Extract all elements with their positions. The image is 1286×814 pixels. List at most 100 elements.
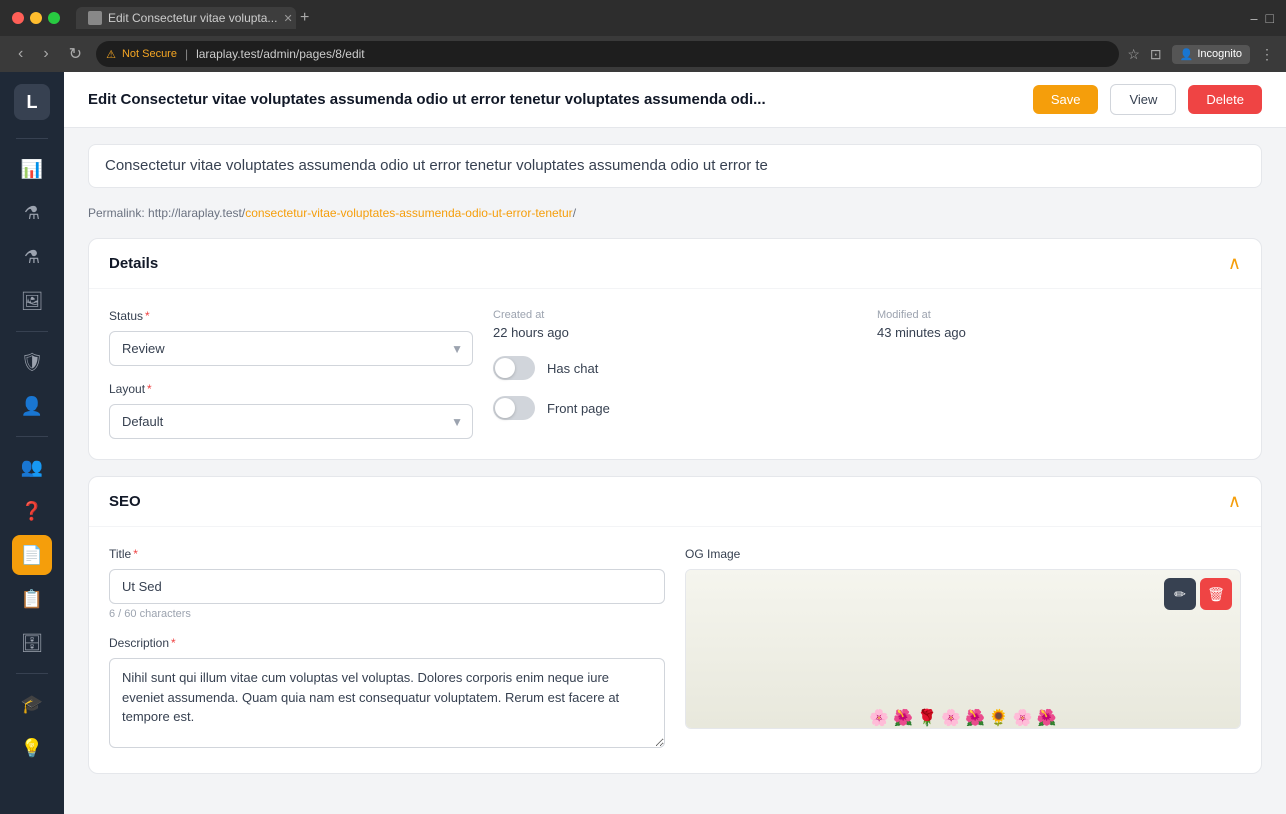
status-select[interactable]: Review Draft Published: [109, 331, 473, 366]
reload-button[interactable]: ↻: [63, 42, 88, 66]
security-warning: ⚠: [106, 48, 116, 61]
sidebar-item-bulb[interactable]: 💡: [12, 728, 52, 768]
app-layout: L 📊 ⚗ ⚗ 🖼 🛡 👤 👥 ❓ 📄 📋 🗄 🎓 💡 Edit Consect…: [0, 72, 1286, 814]
close-window-button[interactable]: [12, 12, 24, 24]
bookmark-icon[interactable]: ☆: [1127, 46, 1140, 63]
back-button[interactable]: ‹: [12, 43, 29, 65]
status-select-wrapper: Review Draft Published ▼: [109, 331, 473, 366]
title-input-wrapper: [88, 144, 1262, 188]
sidebar-item-help[interactable]: ❓: [12, 491, 52, 531]
created-at-value: 22 hours ago: [493, 325, 857, 340]
url-display: laraplay.test/admin/pages/8/edit: [196, 47, 365, 61]
address-bar: ‹ › ↻ ⚠ Not Secure | laraplay.test/admin…: [0, 36, 1286, 72]
layout-field: Layout* Default Full Width Sidebar ▼: [109, 382, 473, 439]
browser-chrome: Edit Consectetur vitae volupta... ✕ + ⎯ …: [0, 0, 1286, 36]
details-section-body: Status* Review Draft Published ▼: [89, 289, 1261, 459]
split-view-icon[interactable]: ⊡: [1150, 46, 1162, 63]
details-collapse-button[interactable]: ∧: [1228, 253, 1241, 274]
page-title: Edit Consectetur vitae voluptates assume…: [88, 91, 1021, 108]
tab-favicon: [88, 11, 102, 25]
sidebar-item-graduation[interactable]: 🎓: [12, 684, 52, 724]
permalink-slug[interactable]: consectetur-vitae-voluptates-assumenda-o…: [245, 206, 573, 220]
flower-4: 🌸: [941, 708, 961, 728]
seo-section-title: SEO: [109, 493, 141, 510]
status-field: Status* Review Draft Published ▼: [109, 309, 473, 366]
layout-select-wrapper: Default Full Width Sidebar ▼: [109, 404, 473, 439]
flower-1: 🌸: [869, 708, 889, 728]
sidebar-item-shield[interactable]: 🛡: [12, 342, 52, 382]
toggle-group: Has chat Front page: [493, 356, 857, 420]
view-button[interactable]: View: [1110, 84, 1176, 115]
flower-6: 🌻: [989, 708, 1009, 728]
has-chat-toggle[interactable]: [493, 356, 535, 380]
sidebar-divider-4: [16, 673, 48, 674]
permalink-bar: Permalink: http://laraplay.test/consecte…: [88, 204, 1262, 222]
modified-at-field: Modified at 43 minutes ago: [877, 309, 1241, 340]
seo-section-header: SEO ∧: [89, 477, 1261, 527]
seo-section: SEO ∧ Title* 6 / 60 characters: [88, 476, 1262, 774]
address-field[interactable]: ⚠ Not Secure | laraplay.test/admin/pages…: [96, 41, 1119, 67]
permalink-prefix: Permalink: http://laraplay.test/: [88, 206, 245, 220]
sidebar-item-database[interactable]: 🗄: [12, 623, 52, 663]
restore-icon[interactable]: □: [1266, 10, 1274, 26]
delete-button[interactable]: Delete: [1188, 85, 1262, 114]
seo-title-input[interactable]: [109, 569, 665, 604]
sidebar: L 📊 ⚗ ⚗ 🖼 🛡 👤 👥 ❓ 📄 📋 🗄 🎓 💡: [0, 72, 64, 814]
seo-collapse-button[interactable]: ∧: [1228, 491, 1241, 512]
seo-description-field: Description* Nihil sunt qui illum vitae …: [109, 636, 665, 753]
menu-icon[interactable]: ⋮: [1260, 46, 1274, 63]
seo-title-char-count: 6 / 60 characters: [109, 608, 665, 620]
sidebar-item-list[interactable]: 📋: [12, 579, 52, 619]
details-section-header: Details ∧: [89, 239, 1261, 289]
created-at-field: Created at 22 hours ago: [493, 309, 857, 340]
tab-close-button[interactable]: ✕: [283, 12, 292, 25]
seo-description-input[interactable]: Nihil sunt qui illum vitae cum voluptas …: [109, 658, 665, 748]
layout-select[interactable]: Default Full Width Sidebar: [109, 404, 473, 439]
seo-title-label: Title*: [109, 547, 665, 561]
layout-label: Layout*: [109, 382, 473, 396]
incognito-label: Incognito: [1197, 48, 1242, 60]
og-image-delete-button[interactable]: 🗑: [1200, 578, 1232, 610]
has-chat-knob: [495, 358, 515, 378]
sidebar-divider-3: [16, 436, 48, 437]
seo-description-label: Description*: [109, 636, 665, 650]
seo-grid: Title* 6 / 60 characters Description* Ni…: [109, 547, 1241, 753]
page-title-input[interactable]: [105, 157, 1245, 174]
og-image-flowers: 🌸 🌺 🌹 🌸 🌺 🌻 🌸 🌺: [869, 708, 1056, 728]
permalink-suffix: /: [573, 206, 576, 220]
sidebar-logo[interactable]: L: [14, 84, 50, 120]
sidebar-item-groups[interactable]: 👥: [12, 447, 52, 487]
incognito-icon: 👤: [1180, 48, 1194, 61]
flower-3: 🌹: [917, 708, 937, 728]
incognito-button[interactable]: 👤 Incognito: [1172, 45, 1250, 64]
details-section: Details ∧ Status*: [88, 238, 1262, 460]
active-tab[interactable]: Edit Consectetur vitae volupta... ✕: [76, 7, 296, 29]
minimize-window-button[interactable]: [30, 12, 42, 24]
maximize-window-button[interactable]: [48, 12, 60, 24]
sidebar-item-analytics[interactable]: 📊: [12, 149, 52, 189]
flower-2: 🌺: [893, 708, 913, 728]
og-image-edit-button[interactable]: ✏: [1164, 578, 1196, 610]
og-image-actions: ✏ 🗑: [1164, 578, 1232, 610]
sidebar-item-flask2[interactable]: ⚗: [12, 237, 52, 277]
url-separator: |: [185, 47, 188, 61]
forward-button[interactable]: ›: [37, 43, 54, 65]
new-tab-button[interactable]: +: [300, 9, 309, 27]
created-at-label: Created at: [493, 309, 857, 321]
address-actions: ☆ ⊡ 👤 Incognito ⋮: [1127, 45, 1274, 64]
sidebar-item-images[interactable]: 🖼: [12, 281, 52, 321]
minimize-icon[interactable]: ⎯: [1251, 10, 1258, 27]
has-chat-row: Has chat: [493, 356, 857, 380]
sidebar-item-flask1[interactable]: ⚗: [12, 193, 52, 233]
sidebar-divider-1: [16, 138, 48, 139]
og-image-field: OG Image 🌸 🌺 🌹 🌸 🌺 🌻: [685, 547, 1241, 753]
not-secure-label: Not Secure: [122, 48, 177, 60]
front-page-label: Front page: [547, 401, 610, 416]
has-chat-label: Has chat: [547, 361, 598, 376]
flower-8: 🌺: [1037, 708, 1057, 728]
sidebar-item-user[interactable]: 👤: [12, 386, 52, 426]
front-page-knob: [495, 398, 515, 418]
sidebar-item-document[interactable]: 📄: [12, 535, 52, 575]
save-button[interactable]: Save: [1033, 85, 1099, 114]
front-page-toggle[interactable]: [493, 396, 535, 420]
